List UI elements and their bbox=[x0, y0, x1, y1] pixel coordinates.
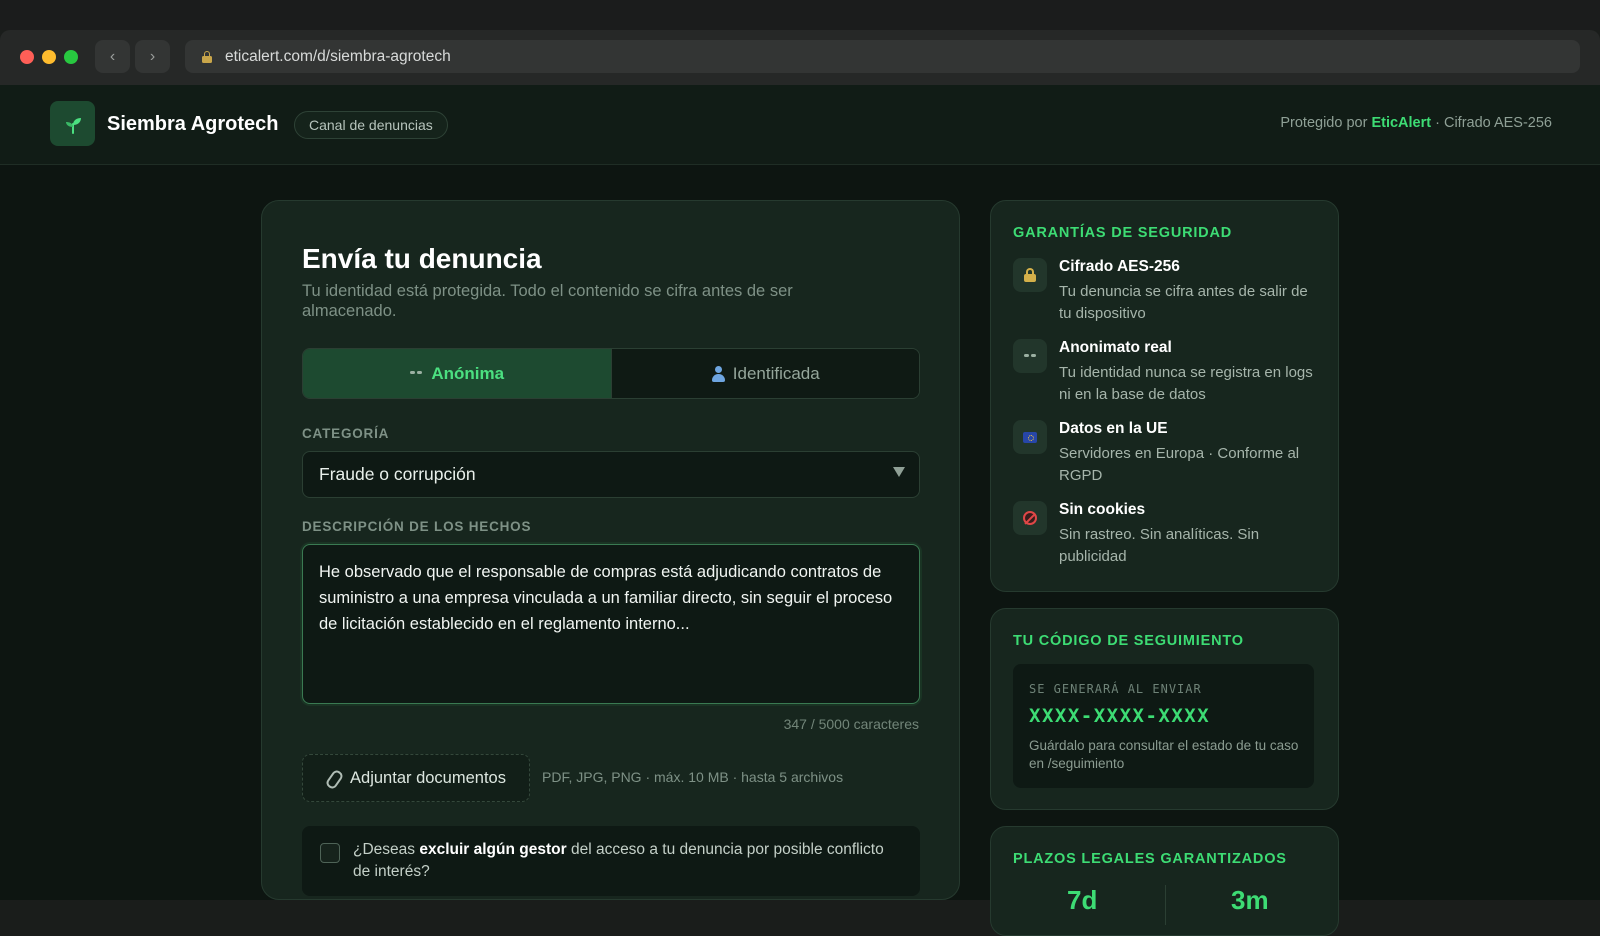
mode-anonymous-button[interactable]: Anónima bbox=[303, 349, 611, 398]
app-page: Siembra Agrotech Canal de denuncias Prot… bbox=[0, 85, 1600, 936]
category-select[interactable]: Fraude o corrupción bbox=[302, 451, 920, 498]
attach-hint: PDF, JPG, PNG · máx. 10 MB · hasta 5 arc… bbox=[542, 769, 844, 785]
attach-label: Adjuntar documentos bbox=[350, 768, 506, 787]
category-label: CATEGORÍA bbox=[302, 426, 390, 441]
minimize-window-button[interactable] bbox=[42, 50, 56, 64]
report-form-card: Envía tu denuncia Tu identidad está prot… bbox=[261, 200, 960, 900]
window-top-strip bbox=[0, 0, 1600, 30]
exclude-manager-option: ¿Deseas excluir algún gestor del acceso … bbox=[302, 826, 920, 896]
person-icon bbox=[711, 365, 725, 382]
mode-identified-label: Identificada bbox=[732, 363, 820, 383]
description-textarea[interactable]: He observado que el responsable de compr… bbox=[302, 544, 920, 704]
lock-icon bbox=[1013, 258, 1047, 292]
mode-identified-button[interactable]: Identificada bbox=[610, 349, 919, 398]
no-cookies-icon bbox=[1013, 501, 1047, 535]
tracking-code-box: SE GENERARÁ AL ENVIAR XXXX-XXXX-XXXX Guá… bbox=[1013, 664, 1314, 788]
mask-icon bbox=[1013, 339, 1047, 373]
category-value: Fraude o corrupción bbox=[319, 464, 476, 484]
form-title: Envía tu denuncia bbox=[302, 243, 542, 274]
exclude-manager-text: ¿Deseas excluir algún gestor del acceso … bbox=[353, 839, 903, 883]
protected-brand: EticAlert bbox=[1371, 115, 1432, 131]
back-button[interactable]: ‹ bbox=[95, 40, 130, 73]
tracking-code-card: TU CÓDIGO DE SEGUIMIENTO SE GENERARÁ AL … bbox=[990, 608, 1339, 810]
protected-by-note: Protegido por EticAlert · Cifrado AES-25… bbox=[1280, 115, 1552, 131]
guarantee-desc: Sin rastreo. Sin analíticas. Sin publici… bbox=[1059, 526, 1260, 565]
chevron-right-icon: › bbox=[149, 47, 156, 65]
chevron-left-icon: ‹ bbox=[109, 47, 116, 65]
guarantee-desc: Tu identidad nunca se registra en logs n… bbox=[1059, 364, 1313, 403]
report-mode-toggle: Anónima Identificada bbox=[302, 348, 920, 399]
attach-documents-button[interactable]: Adjuntar documentos bbox=[302, 754, 530, 802]
tracking-title: TU CÓDIGO DE SEGUIMIENTO bbox=[1013, 633, 1244, 649]
maximize-window-button[interactable] bbox=[64, 50, 78, 64]
security-guarantees-card: GARANTÍAS DE SEGURIDAD Cifrado AES-256 T… bbox=[990, 200, 1339, 592]
tracking-code: XXXX-XXXX-XXXX bbox=[1029, 705, 1211, 727]
legal-deadlines-card: PLAZOS LEGALES GARANTIZADOS 7d 3m bbox=[990, 826, 1339, 936]
tracking-note: Guárdalo para consultar el estado de tu … bbox=[1029, 738, 1299, 771]
deadline-divider bbox=[1165, 885, 1166, 925]
chevron-down-icon bbox=[893, 467, 905, 477]
app-header: Siembra Agrotech Canal de denuncias Prot… bbox=[0, 85, 1600, 165]
mode-anonymous-label: Anónima bbox=[431, 363, 505, 383]
url-text: eticalert.com/d/siembra-agrotech bbox=[225, 47, 451, 65]
browser-toolbar: ‹ › eticalert.com/d/siembra-agrotech bbox=[0, 30, 1600, 85]
guarantee-title: Cifrado AES-256 bbox=[1059, 258, 1180, 275]
guarantee-desc: Tu denuncia se cifra antes de salir de t… bbox=[1059, 283, 1308, 322]
deadline-value: 7d bbox=[1067, 885, 1098, 915]
deadline-value: 3m bbox=[1231, 885, 1269, 915]
eu-flag-icon bbox=[1013, 420, 1047, 454]
lock-icon bbox=[201, 50, 213, 63]
form-subtitle: Tu identidad está protegida. Todo el con… bbox=[302, 282, 793, 320]
brand-name: Siembra Agrotech bbox=[107, 113, 279, 135]
close-window-button[interactable] bbox=[20, 50, 34, 64]
guarantee-desc: Servidores en Europa · Conforme al RGPD bbox=[1059, 445, 1300, 484]
tracking-label: SE GENERARÁ AL ENVIAR bbox=[1029, 682, 1202, 696]
protected-suffix: · Cifrado AES-256 bbox=[1435, 115, 1552, 131]
guarantee-title: Anonimato real bbox=[1059, 339, 1172, 356]
protected-prefix: Protegido por bbox=[1280, 115, 1368, 131]
paperclip-icon bbox=[326, 769, 342, 787]
forward-button[interactable]: › bbox=[135, 40, 170, 73]
deadlines-title: PLAZOS LEGALES GARANTIZADOS bbox=[1013, 851, 1287, 867]
exclude-manager-checkbox[interactable] bbox=[320, 843, 340, 863]
mask-icon bbox=[409, 370, 423, 377]
exclude-text-pre: ¿Deseas bbox=[353, 841, 416, 858]
sprout-icon bbox=[65, 117, 81, 134]
guarantees-title: GARANTÍAS DE SEGURIDAD bbox=[1013, 225, 1232, 241]
character-counter: 347 / 5000 caracteres bbox=[783, 716, 919, 732]
guarantee-title: Sin cookies bbox=[1059, 501, 1146, 518]
exclude-text-bold: excluir algún gestor bbox=[419, 841, 567, 858]
channel-chip: Canal de denuncias bbox=[294, 111, 448, 139]
address-bar[interactable]: eticalert.com/d/siembra-agrotech bbox=[185, 40, 1580, 73]
logo[interactable] bbox=[50, 101, 95, 146]
description-label: DESCRIPCIÓN DE LOS HECHOS bbox=[302, 519, 532, 534]
guarantee-title: Datos en la UE bbox=[1059, 420, 1168, 437]
